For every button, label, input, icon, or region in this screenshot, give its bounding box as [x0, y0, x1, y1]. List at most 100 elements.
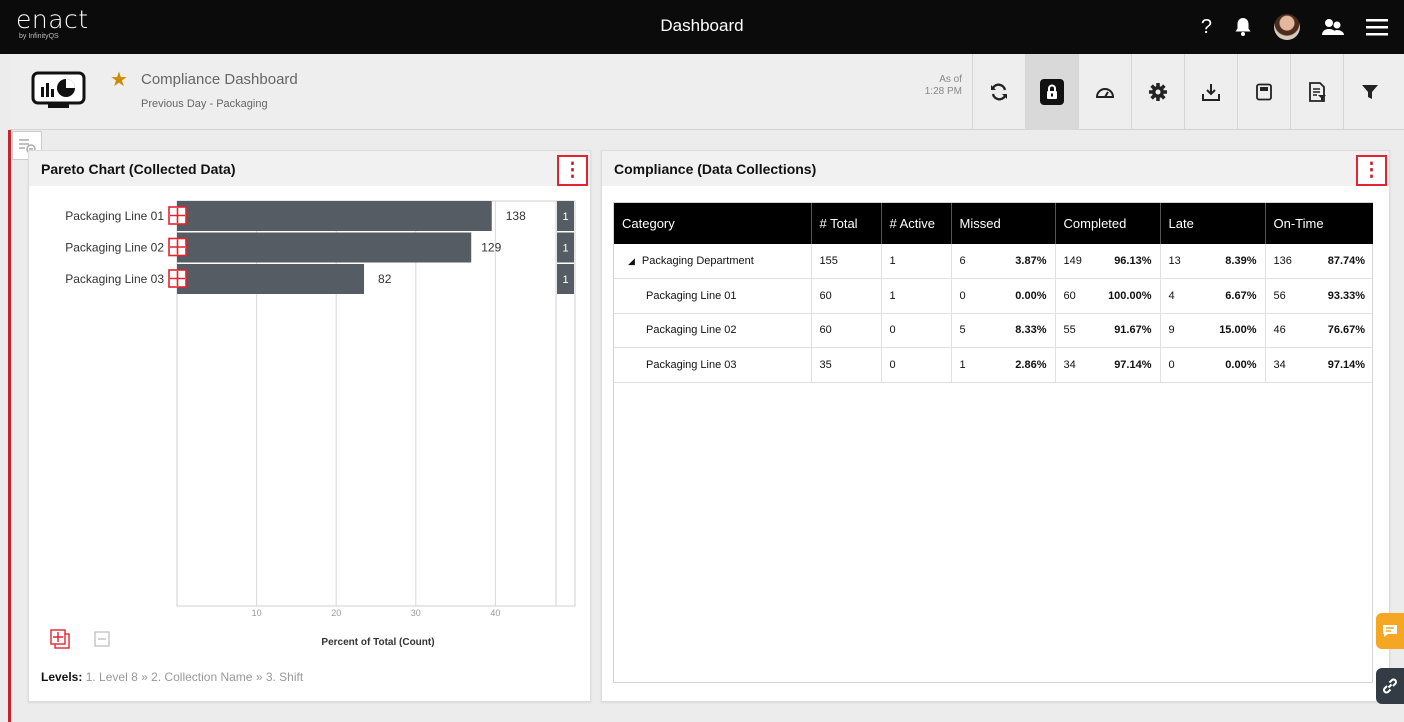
gear-icon [1149, 83, 1167, 101]
lock-icon [1040, 79, 1064, 105]
filter-icon [1362, 85, 1378, 99]
favorite-star-icon[interactable]: ★ [110, 67, 128, 92]
menu-icon[interactable] [1366, 18, 1388, 36]
users-icon[interactable] [1322, 17, 1344, 37]
active-cell: 1 [881, 278, 952, 314]
category-label: Packaging Department [641, 255, 754, 267]
pareto-bar[interactable] [177, 264, 365, 294]
column-header-completed[interactable]: Completed [1055, 203, 1161, 244]
ontime-count-cell: 46 [1265, 313, 1305, 348]
pareto-chart: 10 20 30 40 Percent of Total (Count) 138 Packa… [50, 200, 576, 649]
total-cell: 60 [811, 313, 882, 348]
category-label: Packaging Line 01 [65, 209, 164, 223]
compliance-panel: Compliance (Data Collections) ⋮ Category… [601, 150, 1390, 702]
active-cell: 0 [881, 347, 952, 383]
link-icon [1383, 678, 1397, 694]
lock-button[interactable] [1025, 54, 1078, 130]
compliance-table: Category # Total # Active Missed Complet… [614, 203, 1374, 383]
active-cell: 1 [881, 244, 952, 279]
levels-breadcrumb: Levels: 1. Level 8 » 2. Collection Name … [41, 670, 303, 684]
download-button[interactable] [1184, 54, 1237, 130]
pareto-bar[interactable] [177, 232, 472, 263]
completed-pct-cell: 91.67% [1092, 313, 1161, 348]
level-link[interactable]: 1. Level 8 [86, 670, 138, 684]
category-label: Packaging Line 02 [65, 241, 164, 255]
column-header-active[interactable]: # Active [881, 203, 952, 244]
column-header-category[interactable]: Category [614, 203, 812, 244]
column-header-total[interactable]: # Total [811, 203, 882, 244]
category-label: Packaging Line 01 [646, 289, 737, 302]
late-pct-cell: 0.00% [1200, 347, 1266, 383]
total-cell: 60 [811, 278, 882, 314]
table-row[interactable]: Packaging Line 03 35 0 1 2.86% 34 97.14% 0 0.00%… [614, 347, 1374, 383]
missed-pct-cell: 3.87% [991, 244, 1056, 279]
total-cell: 35 [811, 347, 882, 383]
help-icon[interactable]: ? [1201, 16, 1212, 39]
ontime-count-cell: 56 [1265, 278, 1305, 314]
table-row[interactable]: Packaging Line 01 60 1 0 0.00% 60 100.00% 4 6.67… [614, 278, 1374, 314]
level-link[interactable]: 3. Shift [266, 670, 303, 684]
ontime-pct-cell: 93.33% [1305, 278, 1374, 314]
compliance-table-body: ◢ Packaging Department 155 1 6 3.87% 149 96.13%… [614, 244, 1374, 383]
x-tick-label: 30 [411, 608, 421, 618]
column-header-late[interactable]: Late [1160, 203, 1266, 244]
x-tick-label: 20 [331, 608, 341, 618]
missed-count-cell: 6 [951, 244, 991, 279]
refresh-icon [991, 83, 1007, 101]
missed-count-cell: 5 [951, 313, 991, 348]
compliance-panel-title: Compliance (Data Collections) [614, 161, 817, 177]
chat-tab[interactable] [1376, 613, 1404, 649]
settings-button[interactable] [1131, 54, 1184, 130]
missed-pct-cell: 8.33% [991, 313, 1056, 348]
right-count-label: 1 [562, 274, 568, 286]
total-cell: 155 [811, 244, 882, 279]
pareto-panel: Pareto Chart (Collected Data) ⋮ 10 20 30 40… [28, 150, 591, 702]
dashboard-subtitle: Previous Day - Packaging [141, 98, 268, 110]
column-header-ontime[interactable]: On-Time [1265, 203, 1374, 244]
level-link[interactable]: 2. Collection Name [151, 670, 252, 684]
ontime-count-cell: 34 [1265, 347, 1305, 383]
category-label: Packaging Line 02 [646, 324, 737, 337]
save-icon [1256, 83, 1272, 101]
as-of-time: 1:28 PM [924, 86, 962, 97]
completed-count-cell: 60 [1055, 278, 1092, 314]
missed-pct-cell: 2.86% [991, 347, 1056, 383]
table-header-row: Category # Total # Active Missed Complet… [614, 203, 1374, 244]
category-cell: Packaging Line 01 [614, 278, 812, 314]
ontime-count-cell: 136 [1265, 244, 1305, 279]
late-count-cell: 13 [1160, 244, 1200, 279]
pareto-bar[interactable] [177, 201, 492, 231]
top-icons: ? [1201, 0, 1388, 54]
completed-pct-cell: 96.13% [1092, 244, 1161, 279]
download-icon [1202, 84, 1220, 101]
missed-pct-cell: 0.00% [991, 278, 1056, 314]
report-icon [1309, 82, 1326, 102]
category-cell[interactable]: ◢ Packaging Department [614, 244, 812, 279]
table-row[interactable]: Packaging Line 02 60 0 5 8.33% 55 91.67% 9 15.00… [614, 313, 1374, 348]
ontime-pct-cell: 87.74% [1305, 244, 1374, 279]
compliance-table-container: Category # Total # Active Missed Complet… [613, 202, 1374, 683]
category-label: Packaging Line 03 [65, 272, 164, 286]
gauge-icon [1095, 88, 1115, 98]
bell-icon[interactable] [1234, 17, 1252, 37]
filter-button[interactable] [1343, 54, 1396, 130]
collapse-triangle-icon[interactable]: ◢ [628, 256, 635, 266]
refresh-button[interactable] [972, 54, 1025, 130]
bar-value-label: 129 [481, 241, 501, 255]
left-accent-bar [8, 130, 11, 722]
save-button[interactable] [1237, 54, 1290, 130]
column-header-missed[interactable]: Missed [951, 203, 1056, 244]
chat-icon [1383, 625, 1397, 637]
compliance-more-options-button[interactable]: ⋮ [1356, 155, 1387, 186]
link-tab[interactable] [1376, 668, 1404, 704]
table-row[interactable]: ◢ Packaging Department 155 1 6 3.87% 149 96.13%… [614, 244, 1374, 279]
late-count-cell: 4 [1160, 278, 1200, 314]
right-count-label: 1 [562, 243, 568, 255]
late-pct-cell: 6.67% [1200, 278, 1266, 314]
completed-count-cell: 149 [1055, 244, 1092, 279]
report-button[interactable] [1290, 54, 1343, 130]
completed-count-cell: 34 [1055, 347, 1092, 383]
gauge-button[interactable] [1078, 54, 1131, 130]
category-cell: Packaging Line 02 [614, 313, 812, 348]
avatar[interactable] [1274, 14, 1300, 40]
